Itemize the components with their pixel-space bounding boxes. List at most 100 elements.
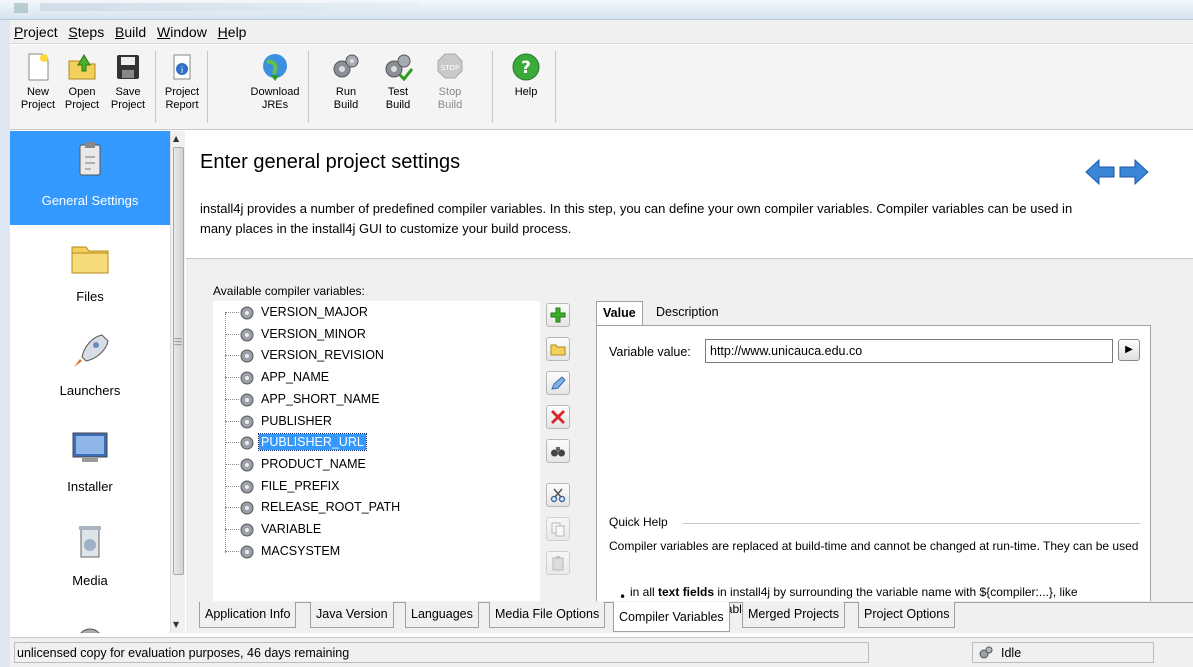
run-build-button[interactable]: Run Build: [324, 49, 368, 127]
folder-icon: [550, 344, 566, 356]
variable-value-label: Variable value:: [609, 345, 691, 359]
find-variable-button[interactable]: [546, 439, 570, 463]
variable-name: MACSYSTEM: [261, 543, 341, 558]
scrollbar-thumb[interactable]: [173, 147, 184, 575]
menu-help[interactable]: Help: [214, 20, 250, 40]
save-project-button[interactable]: Save Project: [106, 49, 150, 127]
globe-download-icon: [263, 54, 287, 81]
toolbar-separator: [555, 51, 556, 123]
forward-arrow-icon[interactable]: [1119, 158, 1149, 186]
stop-build-button[interactable]: STOP Stop Build: [428, 49, 472, 127]
gears-icon: [80, 628, 100, 633]
quick-help-text: Compiler variables are replaced at build…: [609, 539, 1139, 553]
svg-text:STOP: STOP: [441, 64, 459, 72]
page-description: install4j provides a number of predefine…: [200, 201, 1073, 236]
gear-icon: [240, 349, 254, 363]
menu-bar: Project Steps Build Window Help: [10, 20, 1193, 44]
scroll-down-arrow[interactable]: ▼: [173, 620, 179, 629]
add-variable-button[interactable]: [546, 303, 570, 327]
rocket-icon: [74, 334, 109, 367]
delete-variable-button[interactable]: [546, 405, 570, 429]
sidebar-item-files[interactable]: Files: [10, 227, 170, 321]
variable-name: PUBLISHER_URL: [258, 433, 367, 452]
help-button[interactable]: ? Help: [504, 49, 548, 127]
gear-icon: [240, 436, 254, 450]
open-project-button[interactable]: Open Project: [60, 49, 104, 127]
scroll-up-arrow[interactable]: ▲: [173, 134, 179, 143]
play-arrow-icon: ▶: [1125, 344, 1133, 355]
sidebar-scrollbar[interactable]: ▲ — — — ▼: [170, 131, 185, 633]
plus-icon: [550, 307, 566, 323]
tab-application-info[interactable]: Application Info: [199, 602, 297, 628]
menu-window[interactable]: Window: [153, 20, 210, 40]
svg-text:?: ?: [521, 58, 531, 78]
sidebar-item-media[interactable]: Media: [10, 511, 170, 605]
open-folder-icon: [68, 54, 96, 80]
menu-project[interactable]: Project: [10, 20, 61, 40]
scissors-icon: [550, 488, 566, 503]
cut-variable-button[interactable]: [546, 483, 570, 507]
toolbar-separator: [207, 51, 208, 123]
tab-description[interactable]: Description: [650, 301, 725, 325]
window-left-edge: [0, 20, 10, 667]
compiler-variables-panel: Available compiler variables: VERSION_MA…: [186, 259, 1193, 633]
back-arrow-icon[interactable]: [1085, 158, 1115, 186]
variable-name: VERSION_MINOR: [261, 326, 366, 341]
gear-icon: [240, 415, 254, 428]
toolbar: New Project Open Project Save Project i …: [10, 45, 1193, 130]
menu-steps[interactable]: Steps: [64, 20, 107, 40]
copy-variable-button[interactable]: [546, 517, 570, 541]
tab-project-options[interactable]: Project Options: [858, 602, 956, 628]
paste-variable-button[interactable]: [546, 551, 570, 575]
tree-connector: [225, 463, 239, 465]
edit-variable-button[interactable]: [546, 371, 570, 395]
tab-media-file-options[interactable]: Media File Options: [489, 602, 606, 628]
monitor-icon: [72, 432, 108, 462]
quick-help-title: Quick Help: [609, 515, 674, 529]
toolbar-separator: [308, 51, 309, 123]
open-variable-button[interactable]: [546, 337, 570, 361]
tree-connector: [225, 355, 239, 357]
quick-help-bullet-pre: in all: [630, 585, 659, 599]
variable-name: PUBLISHER: [261, 413, 332, 428]
tab-merged-projects[interactable]: Merged Projects: [742, 602, 846, 628]
tree-connector: [225, 442, 239, 444]
edit-pencil-icon: [551, 376, 566, 390]
tree-connector: [225, 507, 239, 509]
project-report-button[interactable]: i Project Report: [160, 49, 204, 127]
gear-icon: [240, 328, 254, 342]
steps-sidebar: General Settings Files Launchers Install…: [10, 131, 185, 633]
sidebar-item-launchers[interactable]: Launchers: [10, 321, 170, 415]
tree-guide-line: [225, 313, 226, 553]
variable-value-menu-button[interactable]: ▶: [1118, 339, 1140, 361]
window-title-bar: [0, 0, 1193, 20]
build-status: Idle: [972, 642, 1154, 663]
tree-connector: [225, 377, 239, 379]
stop-sign-icon: STOP: [437, 53, 463, 79]
tab-languages[interactable]: Languages: [405, 602, 479, 628]
sidebar-item-installer[interactable]: Installer: [10, 417, 170, 511]
sidebar-item-general-settings[interactable]: General Settings: [10, 131, 170, 225]
tab-value[interactable]: Value: [596, 301, 643, 325]
variable-value-field[interactable]: http://www.unicauca.edu.co: [705, 339, 1113, 363]
tab-compiler-variables[interactable]: Compiler Variables: [613, 602, 730, 632]
paste-clipboard-icon: [552, 556, 564, 571]
download-jres-button[interactable]: Download JREs: [247, 49, 303, 127]
step-header: Enter general project settings install4j…: [186, 131, 1193, 259]
variable-actions: [543, 301, 573, 601]
svg-text:i: i: [181, 66, 184, 76]
variable-name: VERSION_REVISION: [261, 348, 384, 363]
test-build-button[interactable]: Test Build: [376, 49, 420, 127]
floppy-disk-icon: [117, 55, 139, 79]
menu-build[interactable]: Build: [111, 20, 149, 40]
gears-icon: [333, 54, 359, 78]
bottom-tab-bar: Application Info Java Version Languages Med…: [199, 602, 1193, 633]
variable-name: VERSION_MAJOR: [261, 305, 368, 319]
sidebar-item-more[interactable]: [10, 605, 170, 633]
app-icon: [14, 3, 28, 13]
report-info-icon: i: [173, 54, 191, 80]
new-project-button[interactable]: New Project: [16, 49, 60, 127]
tab-java-version[interactable]: Java Version: [310, 602, 394, 628]
variable-name: APP_NAME: [261, 370, 330, 385]
variable-name: VARIABLE: [261, 522, 322, 536]
